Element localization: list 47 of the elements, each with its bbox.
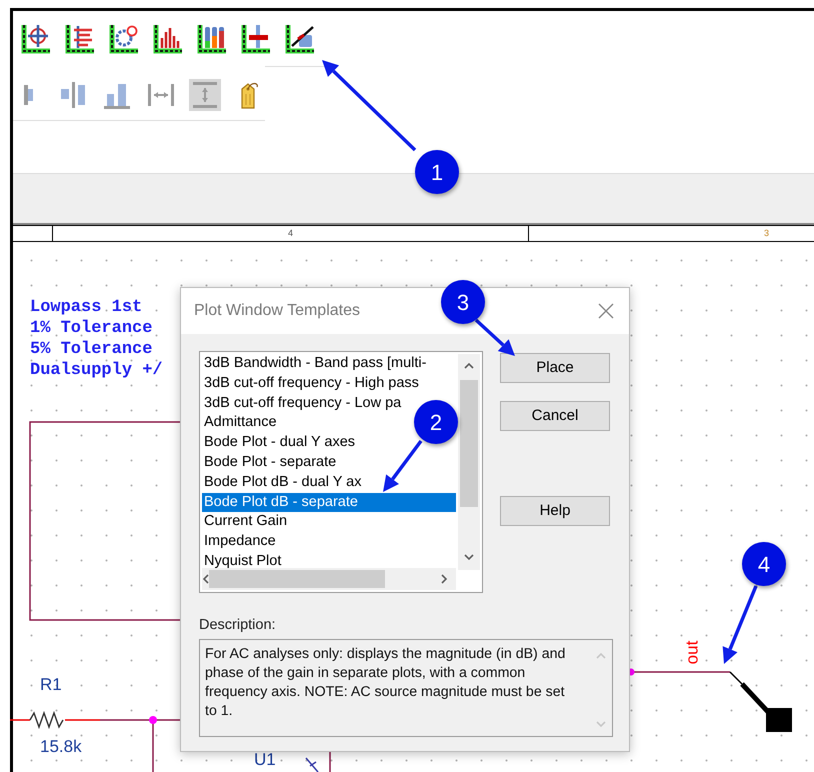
component-label: U1	[254, 751, 276, 768]
component-label: R1	[40, 676, 62, 693]
ruler-label: 3	[764, 226, 770, 240]
list-item[interactable]: Bode Plot - separate	[202, 452, 456, 473]
marker-chart-icon[interactable]	[240, 22, 272, 54]
pen-chart-icon[interactable]	[284, 22, 316, 54]
description-text: For AC analyses only: displays the magnitude (in dB) and phase of the gain in separate plots, with a common frequency axis. NOTE: AC source magnitude must be set to 1.	[205, 645, 566, 721]
dialog-button[interactable]: Place	[500, 353, 610, 383]
comb-chart-icon[interactable]	[64, 22, 96, 54]
description-box[interactable]: For AC analyses only: displays the magnitude (in dB) and phase of the gain in separate plots, with a common frequency axis. NOTE: AC source magnitude must be set to 1.	[199, 639, 613, 737]
bar-chart-icon[interactable]	[152, 22, 184, 54]
schematic-note: Dualsupply +/	[30, 362, 163, 379]
wire	[10, 719, 30, 721]
wire	[329, 752, 331, 772]
scrollbar-thumb[interactable]	[209, 570, 385, 588]
dialog-button[interactable]: Cancel	[500, 401, 610, 431]
schematic-note: 1% Tolerance	[30, 320, 152, 337]
ruler-label: 4	[288, 226, 293, 240]
list-item[interactable]: Bode Plot dB - separate	[202, 492, 456, 512]
probe-icon[interactable]	[729, 671, 792, 732]
template-list[interactable]	[199, 351, 483, 593]
vertical-scrollbar[interactable]	[458, 354, 480, 570]
distribute-vertical-icon[interactable]	[189, 79, 221, 111]
horizontal-scrollbar[interactable]	[202, 568, 456, 590]
callout-arrow	[474, 318, 515, 356]
list-item[interactable]: Impedance	[202, 532, 456, 552]
schematic-note: Lowpass 1st	[30, 299, 142, 316]
dialog-button[interactable]: Help	[500, 496, 610, 526]
list-item[interactable]: 3dB Bandwidth - Band pass [multi-	[202, 354, 456, 374]
gear-chart-icon[interactable]	[108, 22, 140, 54]
close-icon	[597, 302, 615, 320]
dialog-title: Plot Window Templates	[194, 301, 360, 321]
opamp-symbol	[305, 757, 319, 772]
list-item[interactable]: Bode Plot dB - dual Y ax	[202, 472, 456, 493]
list-item[interactable]: 3dB cut-off frequency - High pass	[202, 374, 456, 394]
callout-arrow	[383, 440, 422, 492]
component-value: 15.8k	[40, 738, 82, 755]
scrollbar-thumb[interactable]	[460, 380, 478, 507]
list-item[interactable]: Current Gain	[202, 512, 456, 532]
junction-dot	[149, 716, 157, 724]
crosshair-chart-icon[interactable]	[20, 22, 52, 54]
schematic-note: 5% Tolerance	[30, 341, 152, 358]
resistor-symbol	[29, 710, 64, 730]
column-chart-icon[interactable]	[196, 22, 228, 54]
description-label: Description:	[199, 616, 276, 635]
probe-label: out	[683, 640, 700, 664]
list-item[interactable]: Nyquist Plot	[202, 552, 456, 570]
